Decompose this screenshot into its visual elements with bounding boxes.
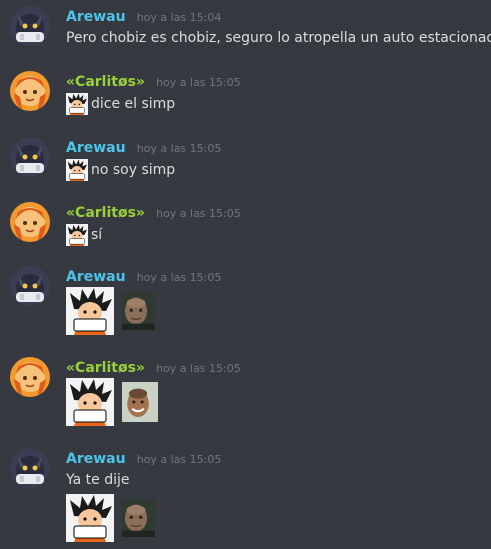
message-header: Arewau hoy a las 15:05 bbox=[66, 137, 221, 157]
username[interactable]: Arewau bbox=[66, 140, 126, 156]
username[interactable]: Arewau bbox=[66, 9, 126, 25]
message-text: dice el simp bbox=[66, 93, 175, 115]
message-text: no soy simp bbox=[66, 159, 175, 181]
message-header: «Carlitøs» hoy a las 15:05 bbox=[66, 202, 241, 222]
avatar[interactable] bbox=[10, 202, 50, 242]
timestamp: hoy a las 15:05 bbox=[136, 271, 222, 284]
timestamp: hoy a las 15:05 bbox=[156, 207, 241, 220]
face-emoji-icon[interactable] bbox=[122, 287, 160, 335]
emoji-row bbox=[66, 494, 160, 542]
username[interactable]: Arewau bbox=[66, 269, 126, 285]
message-content: Pero chobiz es chobiz, seguro lo atropel… bbox=[66, 30, 491, 46]
message-header: «Carlitøs» hoy a las 15:05 bbox=[66, 71, 241, 91]
goku-que-emoji-icon[interactable] bbox=[66, 287, 114, 335]
smiling-face-emoji-icon[interactable] bbox=[122, 378, 162, 426]
message-header: Arewau hoy a las 15:04 bbox=[66, 6, 221, 26]
message-content: Ya te dije bbox=[66, 472, 130, 488]
timestamp: hoy a las 15:05 bbox=[136, 453, 222, 466]
message-text: sí bbox=[66, 224, 102, 246]
message-text: Ya te dije bbox=[66, 470, 130, 490]
username[interactable]: «Carlitøs» bbox=[66, 74, 145, 90]
username[interactable]: «Carlitøs» bbox=[66, 360, 145, 376]
emoji-row bbox=[66, 287, 160, 335]
timestamp: hoy a las 15:05 bbox=[156, 76, 241, 89]
goku-que-emoji-icon[interactable] bbox=[66, 93, 88, 115]
message-header: Arewau hoy a las 15:05 bbox=[66, 448, 221, 468]
message-text: Pero chobiz es chobiz, seguro lo atropel… bbox=[66, 28, 491, 48]
goku-que-emoji-icon[interactable] bbox=[66, 224, 88, 246]
avatar[interactable] bbox=[10, 137, 50, 177]
chat-log: Arewau hoy a las 15:04 Pero chobiz es ch… bbox=[0, 0, 491, 549]
message-header: Arewau hoy a las 15:05 bbox=[66, 266, 221, 286]
message-content: no soy simp bbox=[91, 162, 176, 178]
goku-que-emoji-icon[interactable] bbox=[66, 378, 114, 426]
username[interactable]: «Carlitøs» bbox=[66, 205, 145, 221]
avatar[interactable] bbox=[10, 71, 50, 111]
message-content: sí bbox=[91, 227, 103, 243]
avatar[interactable] bbox=[10, 448, 50, 488]
timestamp: hoy a las 15:04 bbox=[136, 11, 222, 24]
avatar[interactable] bbox=[10, 357, 50, 397]
username[interactable]: Arewau bbox=[66, 451, 126, 467]
message-content: dice el simp bbox=[91, 96, 176, 112]
goku-que-emoji-icon[interactable] bbox=[66, 159, 88, 181]
timestamp: hoy a las 15:05 bbox=[136, 142, 222, 155]
face-emoji-icon[interactable] bbox=[122, 494, 160, 542]
avatar[interactable] bbox=[10, 266, 50, 306]
emoji-row bbox=[66, 378, 162, 426]
avatar[interactable] bbox=[10, 6, 50, 46]
timestamp: hoy a las 15:05 bbox=[156, 362, 241, 375]
goku-que-emoji-icon[interactable] bbox=[66, 494, 114, 542]
message-header: «Carlitøs» hoy a las 15:05 bbox=[66, 357, 241, 377]
